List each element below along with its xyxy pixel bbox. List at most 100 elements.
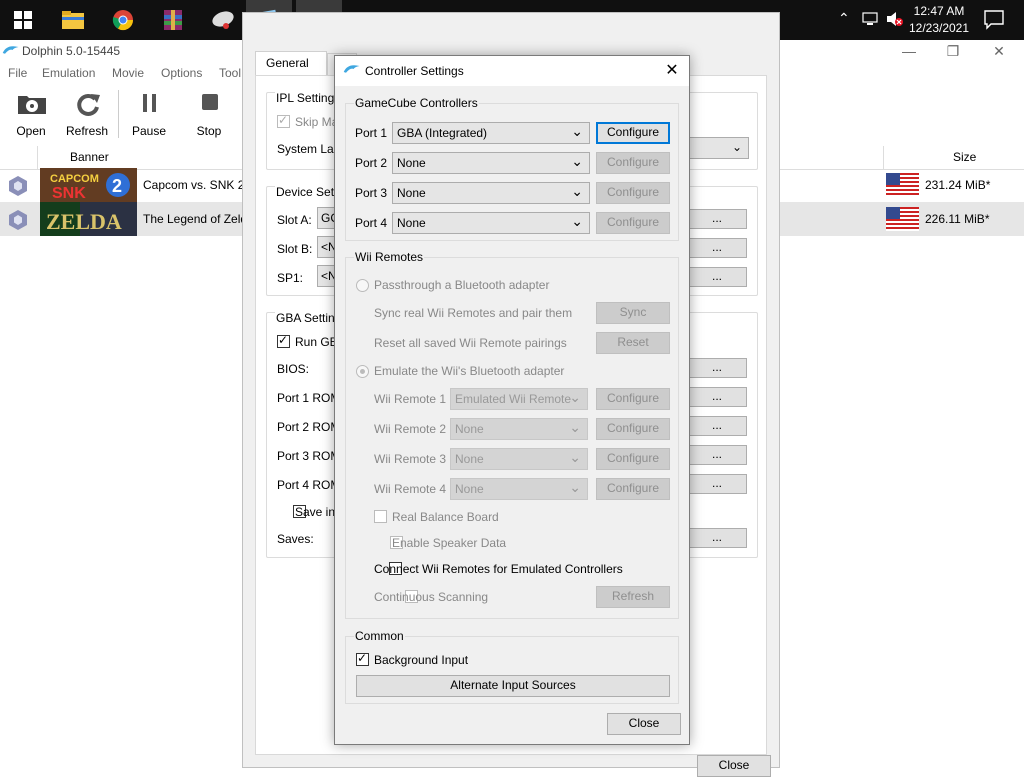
clock-date: 12/23/2021 [908, 21, 970, 35]
port3-select[interactable]: None [392, 182, 590, 204]
balance-board-label: Real Balance Board [392, 510, 499, 524]
emulate-bt-label: Emulate the Wii's Bluetooth adapter [374, 364, 565, 378]
wii-remote3-label: Wii Remote 3 [374, 452, 447, 466]
port2-rom-label: Port 2 ROM [277, 420, 341, 434]
refresh-button[interactable]: Refresh [58, 86, 116, 142]
clock[interactable]: 12:47 AM 12/23/2021 [900, 3, 978, 37]
port2-configure-button[interactable]: Configure [596, 152, 670, 174]
system-language-label: System Lan [277, 142, 341, 156]
gamecube-controllers-group: GameCube Controllers Port 1 GBA (Integra… [345, 96, 679, 241]
notification-icon[interactable] [980, 6, 1008, 34]
game-size: 231.24 MiB* [925, 178, 991, 192]
device-settings-title: Device Setti [275, 185, 342, 199]
network-icon[interactable] [862, 12, 878, 29]
pause-icon [143, 94, 156, 112]
pause-button[interactable]: Pause [120, 86, 178, 142]
wii-remote4-select[interactable]: None [450, 478, 588, 500]
stop-icon [202, 94, 218, 110]
game-size: 226.11 MiB* [925, 212, 990, 226]
maximize-button[interactable]: ❐ [930, 40, 976, 62]
wii-remote3-select[interactable]: None [450, 448, 588, 470]
start-button[interactable] [0, 0, 46, 40]
port4-configure-button[interactable]: Configure [596, 212, 670, 234]
open-button[interactable]: Open [2, 86, 60, 142]
port3-configure-button[interactable]: Configure [596, 182, 670, 204]
sync-button[interactable]: Sync [596, 302, 670, 324]
svg-text:CAPCOM: CAPCOM [50, 173, 99, 185]
dialog-titlebar: Controller Settings ✕ [335, 56, 689, 86]
port3-rom-dots-button[interactable]: ... [687, 445, 747, 465]
continuous-scanning-label: Continuous Scanning [374, 590, 489, 604]
port4-rom-dots-button[interactable]: ... [687, 474, 747, 494]
refresh-button[interactable]: Refresh [596, 586, 670, 608]
taskbar-app[interactable] [200, 0, 246, 40]
sync-label: Sync real Wii Remotes and pair them [374, 306, 573, 320]
port2-select[interactable]: None [392, 152, 590, 174]
skip-menu-label: Skip Ma [295, 115, 339, 129]
skip-menu-checkbox[interactable] [277, 113, 290, 128]
taskbar-chrome[interactable] [100, 0, 146, 40]
tab-general[interactable]: General [255, 51, 327, 75]
sp1-dots-button[interactable]: ... [687, 267, 747, 287]
gamecube-icon [9, 176, 27, 196]
wii-remote3-configure-button[interactable]: Configure [596, 448, 670, 470]
port1-select[interactable]: GBA (Integrated) [392, 122, 590, 144]
background-input-label: Background Input [374, 653, 469, 667]
svg-text:ZELDA: ZELDA [46, 209, 122, 234]
close-icon[interactable]: ✕ [661, 60, 683, 82]
svg-text:SNK: SNK [52, 185, 86, 202]
taskbar-explorer[interactable] [50, 0, 96, 40]
port2-label: Port 2 [355, 156, 388, 170]
bios-dots-button[interactable]: ... [687, 358, 747, 378]
port1-rom-label: Port 1 ROM [277, 391, 341, 405]
menu-movie[interactable]: Movie [112, 66, 144, 80]
port2-rom-dots-button[interactable]: ... [687, 416, 747, 436]
chrome-icon [112, 10, 134, 31]
tray-chevron-icon[interactable]: ⌃ [838, 10, 850, 27]
passthrough-radio[interactable] [356, 279, 369, 292]
column-banner[interactable]: Banner [70, 150, 109, 164]
stop-button[interactable]: Stop [180, 86, 238, 142]
ipl-settings-title: IPL Settings [275, 91, 342, 105]
config-close-button[interactable]: Close [697, 755, 771, 777]
wii-remote1-select[interactable]: Emulated Wii Remote [450, 388, 588, 410]
system-language-select[interactable]: ⌄ [687, 137, 749, 159]
menu-file[interactable]: File [8, 66, 27, 80]
saves-dots-button[interactable]: ... [687, 528, 747, 548]
menu-tools[interactable]: Tool [219, 66, 241, 80]
port3-rom-label: Port 3 ROM [277, 449, 341, 463]
slot-b-dots-button[interactable]: ... [687, 238, 747, 258]
wii-remote2-configure-button[interactable]: Configure [596, 418, 670, 440]
emulate-bt-radio[interactable] [356, 365, 369, 378]
dolphin-icon [343, 65, 360, 73]
run-gba-checkbox[interactable] [277, 333, 290, 348]
menu-emulation[interactable]: Emulation [42, 66, 95, 80]
background-input-checkbox[interactable] [356, 651, 369, 666]
taskbar-winrar[interactable] [150, 0, 196, 40]
slot-a-dots-button[interactable]: ... [687, 209, 747, 229]
balance-board-checkbox[interactable] [374, 510, 387, 523]
dialog-close-button[interactable]: Close [607, 713, 681, 735]
wii-remote2-select[interactable]: None [450, 418, 588, 440]
column-size[interactable]: Size [953, 150, 976, 164]
bios-label: BIOS: [277, 362, 310, 376]
slot-b-label: Slot B: [277, 242, 313, 256]
game-banner-capcom: CAPCOM SNK 2 [40, 168, 137, 202]
wii-remote4-configure-button[interactable]: Configure [596, 478, 670, 500]
wii-remote1-configure-button[interactable]: Configure [596, 388, 670, 410]
sp1-label: SP1: [277, 271, 304, 285]
minimize-button[interactable]: — [886, 40, 932, 62]
menu-options[interactable]: Options [161, 66, 202, 80]
saves-label: Saves: [277, 532, 314, 546]
slot-a-label: Slot A: [277, 213, 312, 227]
dolphin-logo-icon [2, 44, 20, 59]
close-window-button[interactable]: ✕ [976, 40, 1022, 62]
port1-rom-dots-button[interactable]: ... [687, 387, 747, 407]
port4-select[interactable]: None [392, 212, 590, 234]
port1-configure-button[interactable]: Configure [596, 122, 670, 144]
reset-label: Reset all saved Wii Remote pairings [374, 336, 567, 350]
reset-button[interactable]: Reset [596, 332, 670, 354]
wii-remote4-label: Wii Remote 4 [374, 482, 447, 496]
alternate-input-sources-button[interactable]: Alternate Input Sources [356, 675, 670, 697]
svg-text:2: 2 [112, 176, 122, 196]
